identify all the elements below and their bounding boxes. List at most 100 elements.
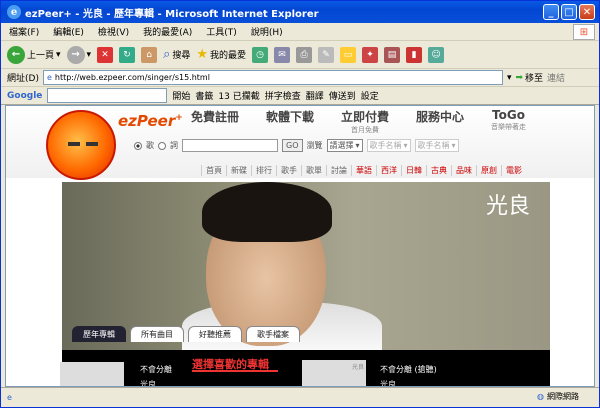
star-icon: ★: [196, 47, 209, 62]
note-icon[interactable]: ▭: [340, 46, 357, 63]
cat-playlist[interactable]: 歌單: [301, 165, 326, 176]
site-search-go-button[interactable]: GO: [282, 139, 303, 152]
address-url: http://web.ezpeer.com/singer/s15.html: [54, 73, 210, 82]
forward-button[interactable]: → ▾: [66, 45, 91, 64]
maximize-button[interactable]: □: [561, 4, 577, 20]
spellcheck-button[interactable]: 拼字檢查: [265, 89, 301, 102]
album-title-2: 不會分離 (搶聽): [380, 365, 437, 374]
stop-icon[interactable]: ✕: [97, 46, 114, 63]
browse-select[interactable]: 請選擇 ▾: [326, 139, 363, 152]
cat-western[interactable]: 西洋: [376, 165, 401, 176]
site-header: ezPeer+ 免費註冊 軟體下載 立即付費 首月免費 服務中心 ToGo 音樂帶著…: [6, 106, 594, 180]
go-button[interactable]: ➡ 移至: [515, 71, 543, 85]
album-item-1[interactable]: 不會分離 光良: [140, 364, 172, 387]
favorites-label: 我的最愛: [210, 51, 247, 61]
messenger-icon[interactable]: ☺: [428, 46, 445, 63]
cat-movie[interactable]: 電影: [501, 165, 526, 176]
book-icon[interactable]: ▤: [384, 46, 401, 63]
back-label: 上一頁: [27, 51, 55, 61]
nav-togo[interactable]: ToGo 音樂帶著走: [491, 108, 526, 132]
cat-chart[interactable]: 排行: [251, 165, 276, 176]
tab-all-songs[interactable]: 所有曲目: [130, 326, 184, 342]
app-icon[interactable]: ▮: [406, 46, 423, 63]
album-artist-1: 光良: [140, 380, 156, 387]
cat-original[interactable]: 原創: [476, 165, 501, 176]
print-icon[interactable]: ⎙: [296, 46, 313, 63]
album-artist-2: 光良: [380, 380, 396, 387]
menu-edit[interactable]: 編輯(E): [53, 25, 84, 38]
close-button[interactable]: ✕: [579, 4, 595, 20]
tab-albums[interactable]: 歷年專輯: [72, 326, 126, 342]
translate-button[interactable]: 翻譯: [306, 89, 324, 102]
home-icon[interactable]: ⌂: [141, 46, 158, 63]
google-toolbar: Google 開始 書籤 13 已攔截 拼字檢查 翻譯 傳送到 設定: [1, 87, 599, 105]
cat-jpkr[interactable]: 日韓: [401, 165, 426, 176]
research-icon[interactable]: ✦: [362, 46, 379, 63]
google-logo: Google: [7, 90, 43, 101]
refresh-icon[interactable]: ↻: [119, 46, 136, 63]
cat-home[interactable]: 首頁: [201, 165, 226, 176]
google-search-input[interactable]: [47, 88, 168, 103]
nav-download[interactable]: 軟體下載: [266, 108, 314, 125]
search-icon: ⌕: [163, 47, 171, 62]
settings-button[interactable]: 設定: [361, 89, 379, 102]
cat-chinese[interactable]: 華語: [351, 165, 376, 176]
status-bar: e ◍ 網際網路: [1, 387, 599, 407]
nav-service[interactable]: 服務中心: [416, 108, 464, 125]
history-icon[interactable]: ◷: [252, 46, 269, 63]
cat-taste[interactable]: 品味: [451, 165, 476, 176]
mail-icon[interactable]: ✉: [274, 46, 291, 63]
nav-pay[interactable]: 立即付費 首月免費: [341, 108, 389, 135]
globe-icon: ◍: [537, 392, 544, 401]
address-dropdown-icon[interactable]: ▾: [507, 73, 512, 83]
cat-discuss[interactable]: 討論: [326, 165, 351, 176]
address-input[interactable]: e http://web.ezpeer.com/singer/s15.html: [42, 70, 503, 85]
menu-tools[interactable]: 工具(T): [206, 25, 237, 38]
send-to-button[interactable]: 傳送到: [329, 89, 356, 102]
cat-singer[interactable]: 歌手: [276, 165, 301, 176]
windows-logo-icon: ⊞: [573, 24, 595, 40]
edit-icon[interactable]: ✎: [318, 46, 335, 63]
address-bar: 網址(D) e http://web.ezpeer.com/singer/s15…: [1, 69, 599, 87]
search-label: 搜尋: [172, 51, 191, 61]
singer-tabs: 歷年專輯 所有曲目 好聽推薦 歌手檔案: [62, 322, 550, 342]
radio-lyric[interactable]: [158, 141, 166, 150]
album-item-2[interactable]: 不會分離 (搶聽) 光良: [380, 364, 437, 387]
cat-new[interactable]: 新碟: [226, 165, 251, 176]
page-content: ezPeer+ 免費註冊 軟體下載 立即付費 首月免費 服務中心 ToGo 音樂帶著…: [5, 105, 595, 387]
favorites-button[interactable]: ★ 我的最愛: [196, 47, 246, 62]
google-search-button[interactable]: 開始: [172, 89, 190, 102]
radio-song[interactable]: [134, 141, 142, 150]
radio-lyric-label: 詞: [170, 141, 178, 150]
tab-profile[interactable]: 歌手檔案: [246, 326, 300, 342]
radio-song-label: 歌: [146, 141, 154, 150]
back-arrow-icon: ←: [7, 45, 25, 64]
site-search: 歌 詞 GO 瀏覽 請選擇 ▾ 歌手名稱 ▾ 歌手名稱 ▾: [134, 139, 459, 152]
site-search-input[interactable]: [182, 139, 278, 152]
window-title: ezPeer+ - 光良 - 歷年專輯 - Microsoft Internet…: [25, 8, 319, 20]
menu-file[interactable]: 檔案(F): [9, 25, 39, 38]
album-title-1: 不會分離: [140, 365, 172, 374]
menu-help[interactable]: 說明(H): [251, 25, 283, 38]
search-button[interactable]: ⌕ 搜尋: [163, 47, 190, 62]
cat-classical[interactable]: 古典: [426, 165, 451, 176]
menu-favorites[interactable]: 我的最愛(A): [143, 25, 192, 38]
genre-select[interactable]: 歌手名稱 ▾: [366, 139, 411, 152]
links-label[interactable]: 連結: [547, 71, 565, 84]
singer-name: 光良: [485, 194, 530, 219]
album-list: 選擇喜歡的專輯 不會分離 光良 光良 不會分離 (搶聽) 光良: [60, 350, 550, 387]
forward-arrow-icon: →: [66, 45, 85, 64]
bookmarks-button[interactable]: 書籤: [195, 89, 213, 102]
menu-view[interactable]: 檢視(V): [98, 25, 129, 38]
popup-blocked[interactable]: 13 已攔截: [218, 89, 259, 102]
singer-select[interactable]: 歌手名稱 ▾: [414, 139, 459, 152]
ie-icon: e: [7, 5, 21, 19]
minimize-button[interactable]: _: [543, 4, 559, 20]
ezpeer-logo[interactable]: [46, 110, 116, 180]
back-button[interactable]: ← 上一頁 ▾: [7, 45, 61, 64]
nav-register[interactable]: 免費註冊: [191, 108, 239, 125]
standard-toolbar: ← 上一頁 ▾ → ▾ ✕ ↻ ⌂ ⌕ 搜尋 ★ 我的最愛 ◷ ✉ ⎙ ✎ ▭ ✦ …: [1, 41, 599, 69]
brand-name: ezPeer+: [118, 112, 183, 130]
title-bar: e ezPeer+ - 光良 - 歷年專輯 - Microsoft Intern…: [1, 1, 599, 23]
tab-recommend[interactable]: 好聽推薦: [188, 326, 242, 342]
